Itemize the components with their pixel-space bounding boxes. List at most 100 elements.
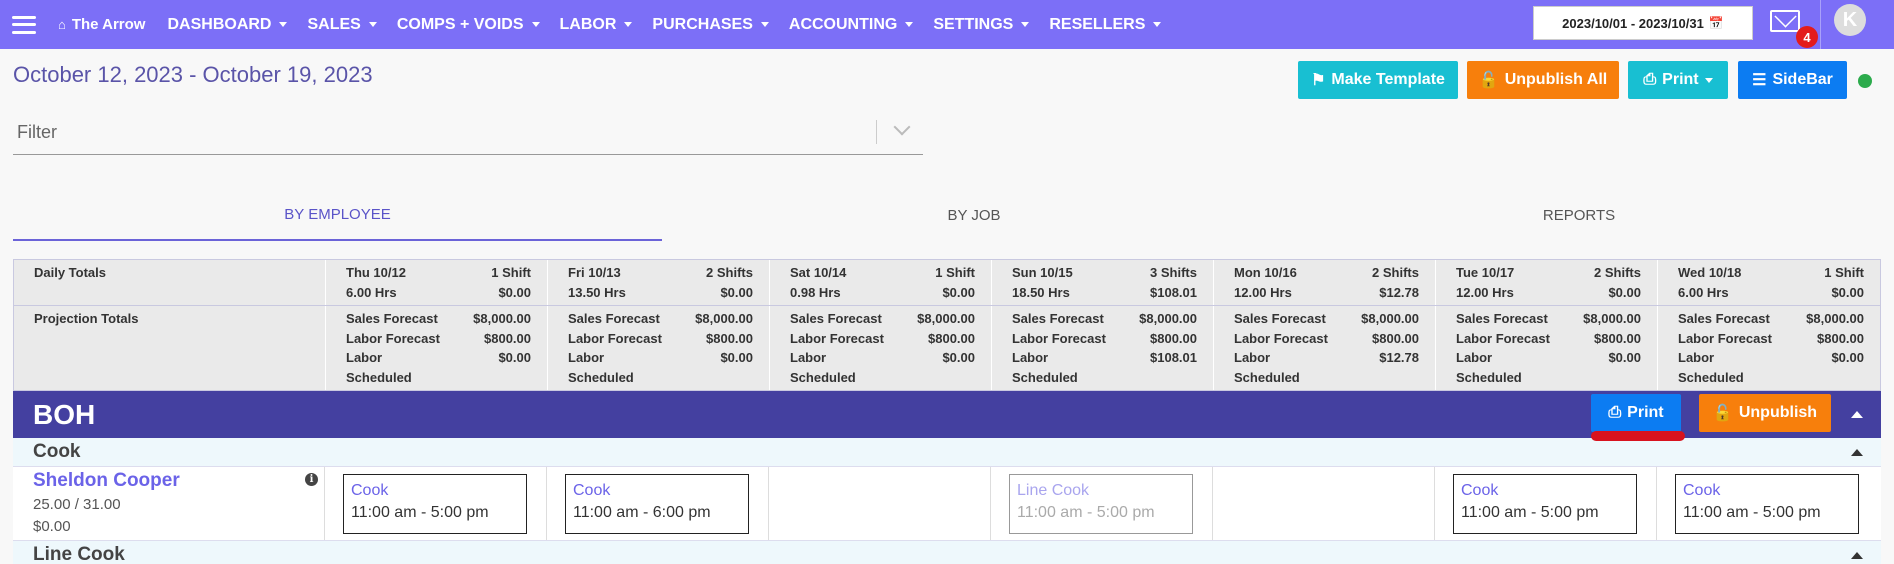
nav-item-labor[interactable]: LABOR (560, 16, 633, 34)
day-label: Thu 10/12 (346, 265, 406, 281)
hours-value: 6.00 Hrs (346, 284, 397, 300)
projection-totals-label-cell: Projection Totals (14, 306, 326, 390)
daily-totals-day-cell: Sun 10/15 3 Shifts 18.50 Hrs $108.01 (992, 260, 1214, 305)
navbar-divider (1820, 0, 1821, 49)
projection-key: Scheduled (1234, 369, 1300, 385)
labor-forecast-value: $800.00 (1372, 330, 1419, 346)
sidebar-button[interactable]: ☰ SideBar (1738, 61, 1847, 99)
shift-day-cell[interactable]: Line Cook 11:00 am - 5:00 pm (991, 467, 1213, 540)
shift-day-cell[interactable]: Cook 11:00 am - 5:00 pm (1435, 467, 1657, 540)
labor-forecast-value: $800.00 (1817, 330, 1864, 346)
shift-time: 11:00 am - 5:00 pm (1683, 504, 1821, 521)
labor-forecast-value: $800.00 (928, 330, 975, 346)
nav-item-dashboard[interactable]: DASHBOARD (167, 16, 288, 34)
projection-key: Sales Forecast (346, 311, 438, 327)
button-label: SideBar (1772, 71, 1833, 88)
employee-row: Sheldon Cooper 25.00 / 31.00 $0.00 i Coo… (13, 467, 1881, 541)
make-template-button[interactable]: ⚑ Make Template (1298, 61, 1458, 99)
daily-totals-day-cell: Sat 10/14 1 Shift 0.98 Hrs $0.00 (770, 260, 992, 305)
date-range-picker[interactable]: 2023/10/01 - 2023/10/31 📅 (1533, 6, 1753, 40)
projection-key: Sales Forecast (1234, 311, 1326, 327)
projection-key: Labor Forecast (1234, 330, 1328, 346)
nav-item-resellers[interactable]: RESELLERS (1049, 15, 1162, 34)
list-icon: ☰ (1752, 72, 1767, 89)
projection-totals-day-cell: Sales Forecast $8,000.00 Labor Forecast $80… (1436, 306, 1658, 390)
nav-item-settings[interactable]: SETTINGS (933, 16, 1030, 34)
shift-day-cell[interactable]: Cook 11:00 am - 5:00 pm (325, 467, 547, 540)
projection-key: Sales Forecast (568, 311, 660, 327)
nav-item-label: SALES (307, 15, 361, 33)
projection-key: Scheduled (1456, 369, 1522, 385)
cost-value: $108.01 (1150, 284, 1197, 300)
shift-card[interactable]: Cook 11:00 am - 5:00 pm (1675, 474, 1859, 534)
sales-forecast-value: $8,000.00 (473, 311, 531, 327)
nav-item-label: RESELLERS (1049, 15, 1146, 33)
hours-value: 6.00 Hrs (1678, 284, 1729, 300)
caret-down-icon (1704, 77, 1713, 83)
caret-down-icon (624, 22, 633, 27)
collapse-section-icon[interactable] (1851, 411, 1863, 418)
nav-item-purchases[interactable]: PURCHASES (652, 15, 769, 34)
hamburger-menu-icon[interactable] (12, 15, 36, 34)
filter-placeholder: Filter (17, 122, 57, 142)
employee-name[interactable]: Sheldon Cooper (33, 470, 180, 492)
chevron-down-icon[interactable] (893, 118, 911, 136)
section-print-button[interactable]: ⎙ Print (1591, 394, 1681, 432)
projection-key: Sales Forecast (1012, 311, 1104, 327)
projection-totals-label: Projection Totals (34, 311, 139, 327)
mail-count-badge: 4 (1796, 26, 1818, 48)
projection-key: Labor (1234, 350, 1271, 366)
shift-count: 2 Shifts (706, 265, 753, 281)
projection-key: Labor (346, 350, 383, 366)
shift-card[interactable]: Cook 11:00 am - 6:00 pm (565, 474, 749, 534)
schedule-grid: Daily Totals Thu 10/12 1 Shift 6.00 Hrs $0.… (13, 259, 1881, 564)
print-dropdown-button[interactable]: ⎙ Print (1628, 61, 1728, 99)
shift-card[interactable]: Line Cook 11:00 am - 5:00 pm (1009, 474, 1193, 534)
labor-forecast-value: $800.00 (484, 330, 531, 346)
nav-item-sales[interactable]: SALES (307, 15, 377, 34)
brand-name: The Arrow (71, 16, 146, 33)
printer-icon: ⎙ (1643, 71, 1657, 88)
tab-reports[interactable]: REPORTS (1269, 190, 1889, 241)
tab-by-job[interactable]: BY JOB (664, 190, 1284, 241)
projection-totals-day-cell: Sales Forecast $8,000.00 Labor Forecast $80… (770, 306, 992, 390)
caret-down-icon (368, 22, 377, 27)
shift-day-cell[interactable] (1213, 467, 1435, 540)
collapse-job-icon[interactable] (1851, 552, 1863, 559)
job-row-cook: Cook (13, 438, 1881, 467)
tab-by-employee[interactable]: BY EMPLOYEE (13, 190, 662, 241)
shift-count: 1 Shift (491, 265, 531, 281)
shift-card[interactable]: Cook 11:00 am - 5:00 pm (1453, 474, 1637, 534)
unpublish-all-button[interactable]: 🔓 Unpublish All (1467, 61, 1619, 99)
shift-day-cell[interactable] (769, 467, 991, 540)
shift-count: 2 Shifts (1372, 265, 1419, 281)
projection-totals-day-cell: Sales Forecast $8,000.00 Labor Forecast $80… (992, 306, 1214, 390)
labor-value: $0.00 (1831, 350, 1864, 366)
user-avatar[interactable]: K (1834, 4, 1866, 36)
hours-value: 13.50 Hrs (568, 284, 626, 300)
nav-item-comps-voids[interactable]: COMPS + VOIDS (397, 16, 540, 34)
shift-day-cell[interactable]: Cook 11:00 am - 6:00 pm (547, 467, 769, 540)
info-icon[interactable]: i (305, 473, 318, 486)
button-label: Unpublish (1738, 404, 1818, 421)
section-unpublish-button[interactable]: 🔓 Unpublish (1699, 394, 1831, 432)
cost-value: $0.00 (720, 284, 753, 300)
nav-item-accounting[interactable]: ACCOUNTING (789, 16, 914, 34)
labor-forecast-value: $800.00 (1594, 330, 1641, 346)
daily-totals-day-cell: Wed 10/18 1 Shift 6.00 Hrs $0.00 (1658, 260, 1880, 305)
brand[interactable]: ⌂ The Arrow (58, 16, 145, 33)
daily-totals-day-cell: Tue 10/17 2 Shifts 12.00 Hrs $0.00 (1436, 260, 1658, 305)
shift-time: 11:00 am - 5:00 pm (351, 504, 489, 521)
page-title: October 12, 2023 - October 19, 2023 (13, 62, 373, 87)
nav-item-label: PURCHASES (652, 15, 753, 33)
collapse-job-icon[interactable] (1851, 449, 1863, 456)
caret-down-icon (1153, 22, 1162, 27)
filter-select[interactable]: Filter (13, 116, 923, 155)
status-indicator (1858, 74, 1872, 88)
unlock-icon: 🔓 (1478, 72, 1499, 89)
shift-day-cell[interactable]: Cook 11:00 am - 5:00 pm (1657, 467, 1879, 540)
date-range-value: 2023/10/01 - 2023/10/31 (1562, 15, 1704, 31)
shift-card[interactable]: Cook 11:00 am - 5:00 pm (343, 474, 527, 534)
shift-job: Line Cook (1017, 482, 1090, 499)
caret-down-icon (531, 22, 540, 27)
